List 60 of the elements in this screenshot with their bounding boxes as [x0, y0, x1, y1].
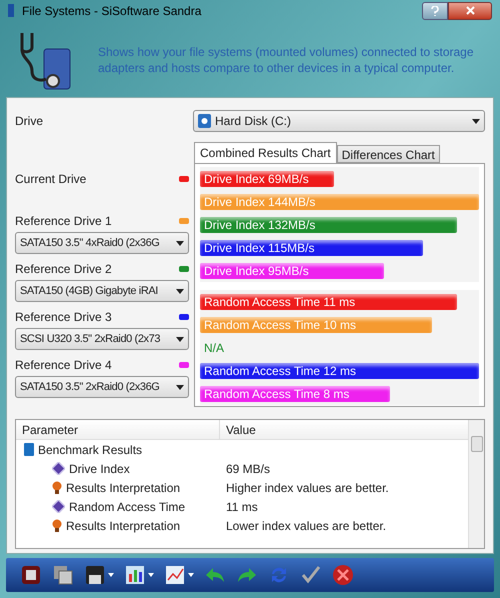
value-cell-text: 69 MB/s — [225, 460, 272, 478]
line-chart-icon[interactable] — [164, 564, 186, 586]
reference-drive-select[interactable]: SATA150 3.5" 4xRaid0 (2x36G — [15, 232, 189, 254]
current-drive-label: Current Drive — [15, 171, 86, 188]
drive-select[interactable]: Hard Disk (C:) — [193, 110, 485, 132]
caret-icon — [176, 288, 184, 294]
caret-icon[interactable] — [108, 573, 114, 578]
app-icon — [8, 4, 14, 18]
copy-icon[interactable] — [52, 564, 74, 586]
lightbulb-icon — [52, 480, 62, 495]
parameter-cell-text: Results Interpretation — [66, 480, 180, 497]
parameter-cell-text: Results Interpretation — [66, 518, 180, 535]
reference-drive-label: Reference Drive 3 — [15, 309, 112, 326]
bar-chart-icon[interactable] — [124, 564, 146, 586]
bar-label: Drive Index 69MB/s — [203, 170, 310, 188]
window-title: File Systems - SiSoftware Sandra — [22, 2, 202, 20]
caret-icon — [176, 336, 184, 342]
bar-label: Random Access Time 8 ms — [203, 386, 350, 403]
help-button[interactable] — [422, 2, 448, 20]
reference-drive-label: Reference Drive 4 — [15, 357, 112, 374]
caret-icon — [472, 118, 480, 124]
scrollbar[interactable] — [468, 420, 484, 548]
caret-icon — [176, 240, 184, 246]
bar-label: Random Access Time 11 ms — [203, 294, 356, 311]
bar-label: Drive Index 95MB/s — [203, 262, 310, 280]
bar-label: Drive Index 132MB/s — [203, 216, 316, 234]
reference-drive-label: Reference Drive 1 — [15, 213, 112, 230]
reference-drive-label: Reference Drive 2 — [15, 261, 112, 278]
caret-icon[interactable] — [188, 573, 194, 578]
value-cell-text: Lower index values are better. — [225, 518, 388, 535]
help-icon — [431, 6, 439, 16]
diamond-icon — [52, 462, 65, 476]
cancel-icon[interactable] — [332, 564, 354, 586]
reference-drive-select[interactable]: SCSI U320 3.5" 2xRaid0 (2x73 — [15, 328, 189, 350]
parameter-cell-text: Drive Index — [69, 460, 130, 478]
close-button[interactable] — [448, 2, 492, 20]
column-header[interactable]: Value — [220, 420, 468, 440]
close-icon — [466, 6, 474, 16]
reference-drive-select[interactable]: SATA150 (4GB) Gigabyte iRAI — [15, 280, 189, 302]
diamond-icon — [52, 500, 65, 514]
caret-icon[interactable] — [148, 573, 154, 578]
save-icon[interactable] — [84, 564, 106, 586]
drive-label: Drive — [15, 113, 44, 130]
tab[interactable]: Combined Results Chart — [194, 142, 337, 164]
bar-label: Drive Index 144MB/s — [203, 194, 316, 211]
reference-drive-select[interactable]: SATA150 3.5" 2xRaid0 (2x36G — [15, 376, 189, 398]
bar-label: N/A — [203, 340, 226, 357]
column-header[interactable]: Parameter — [16, 420, 220, 440]
book-icon — [24, 443, 34, 456]
parameter-cell-text: Random Access Time — [69, 498, 186, 516]
description-text: Shows how your file systems (mounted volumes) connected to storage adapters and hosts compare to other devices in a typical computer. — [98, 44, 475, 76]
bar-label: Random Access Time 12 ms — [203, 362, 358, 380]
caret-icon — [176, 384, 184, 390]
lightbulb-icon — [52, 518, 62, 533]
tab[interactable]: Differences Chart — [336, 145, 440, 164]
value-cell-text: 11 ms — [225, 498, 259, 516]
bar-label: Drive Index 115MB/s — [203, 240, 316, 257]
bar-label: Random Access Time 10 ms — [203, 316, 358, 334]
parameter-cell-text: Benchmark Results — [38, 442, 142, 459]
value-cell-text: Higher index values are better. — [225, 480, 390, 497]
